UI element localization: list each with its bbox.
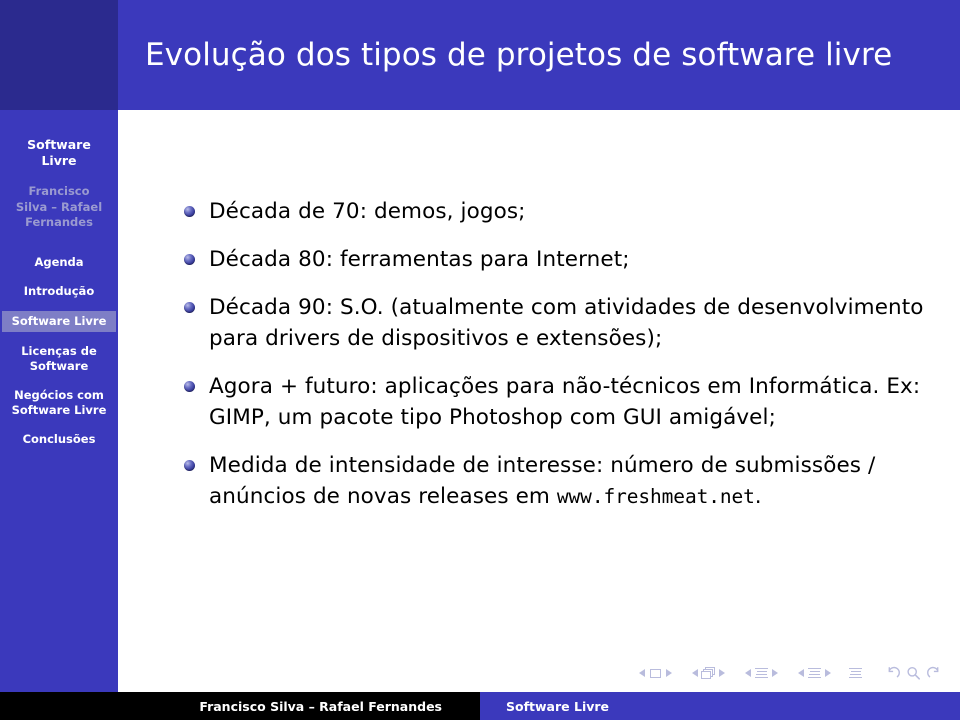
bullet-list: Década de 70: demos, jogos; Década 80: f… [184,196,924,529]
bullet-ball-icon [184,381,195,392]
list-item: Agora + futuro: aplicações para não-técn… [184,371,924,433]
sidebar-author-line-1: Francisco [28,184,90,198]
document-lines-icon[interactable] [848,667,863,680]
list-item-text: Década 80: ferramentas para Internet; [209,247,630,272]
sidebar-item-agenda[interactable]: Agenda [0,253,118,272]
frame-prev-arrow-icon[interactable] [692,669,698,677]
sidebar-presentation-title: Software Livre [0,137,118,169]
sidebar-title-line-1: Software [27,137,91,152]
section-next-arrow-icon[interactable] [825,669,831,677]
sidebar-item-conclusoes[interactable]: Conclusões [0,430,118,449]
list-item: Década 90: S.O. (atualmente com atividad… [184,292,924,354]
footer-left-section: Francisco Silva – Rafael Fernandes [0,692,480,720]
slide-next-arrow-icon[interactable] [666,669,672,677]
slide-icon[interactable] [648,667,663,680]
list-item: Década 80: ferramentas para Internet; [184,244,924,275]
subsection-prev-arrow-icon[interactable] [745,669,751,677]
bullet-ball-icon [184,206,195,217]
subsection-next-arrow-icon[interactable] [772,669,778,677]
navigation-tools-group [885,666,942,680]
sidebar-header-block [0,0,118,110]
sidebar-title-line-2: Livre [41,153,77,168]
sidebar-author-line-2: Silva – Rafael [15,199,103,214]
frame-next-arrow-icon[interactable] [719,669,725,677]
bullet-ball-icon [184,460,195,471]
footer-title: Software Livre [506,698,610,714]
list-item-text: Década de 70: demos, jogos; [209,199,526,224]
sidebar-navigation: Agenda Introdução Software Livre Licença… [0,253,118,449]
back-arrow-icon[interactable] [885,666,901,680]
sidebar: Software Livre Francisco Silva – Rafael … [0,0,118,692]
footer-bar: Francisco Silva – Rafael Fernandes Softw… [0,692,960,720]
forward-arrow-icon[interactable] [926,666,942,680]
presentation-slide: Software Livre Francisco Silva – Rafael … [0,0,960,720]
bullet-ball-icon [184,302,195,313]
beamer-navigation-symbols [636,666,942,680]
subsection-lines-icon[interactable] [754,667,769,680]
list-item-text: Década 90: S.O. (atualmente com atividad… [209,295,924,351]
sidebar-item-negocios-com-software-livre[interactable]: Negócios com Software Livre [0,386,118,420]
search-icon[interactable] [906,666,921,680]
list-item: Medida de intensidade de interesse: núme… [184,450,924,512]
sidebar-item-introducao[interactable]: Introdução [0,282,118,301]
slide-content: Década de 70: demos, jogos; Década 80: f… [119,111,960,692]
list-item-text-before: Medida de intensidade de interesse: núme… [209,453,876,509]
list-item: Década de 70: demos, jogos; [184,196,924,227]
footer-right-section: Software Livre [480,692,960,720]
section-lines-icon[interactable] [807,667,822,680]
slide-navigation-group [636,667,675,680]
slide-prev-arrow-icon[interactable] [639,669,645,677]
section-navigation-group [795,667,834,680]
sidebar-item-software-livre[interactable]: Software Livre [2,310,116,332]
list-item-text: Agora + futuro: aplicações para não-técn… [209,374,921,430]
section-prev-arrow-icon[interactable] [798,669,804,677]
presentation-navigation-group [848,667,863,680]
subsection-navigation-group [742,667,781,680]
frame-navigation-group [689,666,728,680]
sidebar-content: Software Livre Francisco Silva – Rafael … [0,110,118,692]
frame-stack-icon[interactable] [701,666,716,680]
sidebar-author-line-3: Fernandes [25,215,93,229]
sidebar-item-licencas-de-software[interactable]: Licenças de Software [0,342,118,376]
website-url: www.freshmeat.net [556,485,755,508]
sidebar-authors: Francisco Silva – Rafael Fernandes [0,184,118,231]
list-item-text-after: . [754,484,762,509]
bullet-ball-icon [184,254,195,265]
footer-authors: Francisco Silva – Rafael Fernandes [199,698,442,714]
page-title: Evolução dos tipos de projetos de softwa… [145,37,893,73]
header-title-bar: Evolução dos tipos de projetos de softwa… [118,0,960,110]
list-item-text: Medida de intensidade de interesse: núme… [209,450,924,512]
